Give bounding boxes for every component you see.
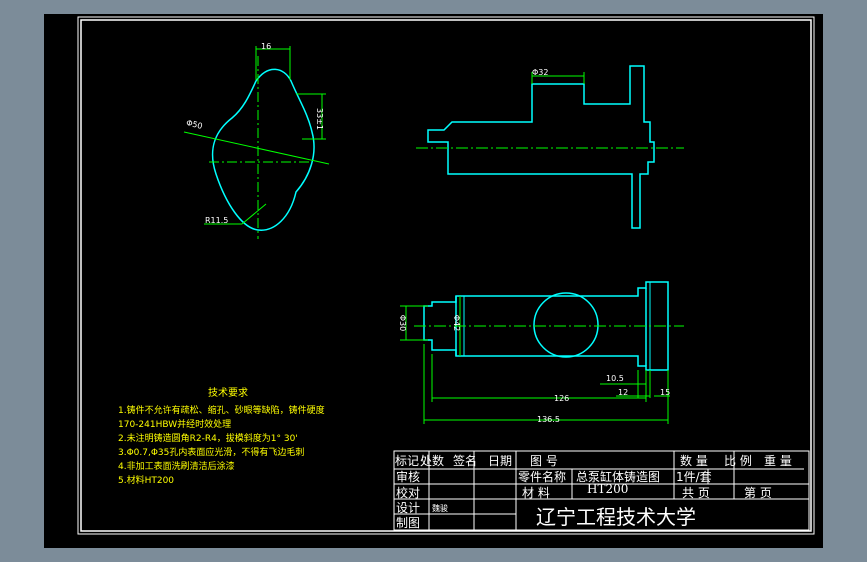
tb-part-name-label: 零件名称 — [518, 470, 567, 484]
tb-rev-header: 日期 — [488, 454, 513, 468]
tb-school-name: 辽宁工程技术大学 — [536, 505, 696, 529]
tb-check-label: 校对 — [396, 486, 421, 500]
dim-length-136: 136.5 — [537, 415, 560, 424]
tech-req-line: 170-241HBW并经时效处理 — [118, 420, 232, 430]
side-view — [183, 46, 330, 239]
front-view — [416, 65, 684, 229]
plan-view — [400, 281, 684, 424]
tb-material-label: 材 料 — [522, 486, 550, 500]
tech-req-title: 技术要求 — [208, 388, 248, 399]
tb-rev-header: 处数 — [420, 454, 445, 468]
tb-weight-label: 重 量 — [764, 454, 792, 468]
tb-draw-label: 制图 — [396, 516, 421, 530]
drawing-sheet: 16 Φ50 33±1 R11.5 Φ32 Φ30 Φ42 126 136.5 … — [44, 14, 823, 548]
bore-circle — [533, 292, 599, 358]
front-outline — [427, 65, 655, 229]
tech-req-line: 2.未注明铸造圆角R2-R4，拔模斜度为1° 30' — [118, 434, 298, 444]
dim-top-width: 16 — [261, 42, 272, 51]
tech-req-line: 4.非加工表面洗刷清洁后涂漆 — [118, 462, 235, 472]
tb-rev-header: 标记 — [395, 454, 420, 468]
dim-15: 15 — [660, 388, 671, 397]
dim-left-dia: Φ30 — [398, 314, 408, 332]
tb-scale-label: 比 例 — [724, 454, 752, 468]
tech-req-line: 5.材料HT200 — [118, 476, 175, 486]
dim-radius: R11.5 — [205, 216, 229, 225]
dim-12: 12 — [618, 388, 629, 397]
tb-review-label: 审核 — [396, 470, 421, 484]
tb-quantity-label: 数 量 — [680, 454, 708, 468]
radius-leader — [241, 203, 267, 225]
tech-req-line: 3.Φ0.7,Φ35孔内表面应光滑，不得有飞边毛刺 — [118, 448, 305, 458]
tb-total-pages: 共 页 — [682, 486, 710, 500]
dim-height: 33±1 — [314, 108, 324, 130]
dim-flange-width: Φ32 — [532, 68, 549, 77]
tech-req-line: 1.铸件不允许有疏松、缩孔、砂眼等缺陷，铸件硬度 — [118, 406, 325, 416]
tb-designer-signature: 魏骏 — [432, 504, 448, 513]
tb-quantity: 1件/套 — [676, 470, 712, 484]
dim-10-5: 10.5 — [606, 374, 624, 383]
diameter-line — [183, 131, 330, 165]
tb-material: HT200 — [587, 482, 629, 496]
tb-rev-header: 签名 — [453, 454, 478, 468]
tb-drawing-no-label: 图 号 — [530, 454, 558, 468]
dim-length-126: 126 — [554, 394, 570, 403]
tb-design-label: 设计 — [396, 501, 421, 515]
tb-page-no: 第 页 — [744, 486, 772, 500]
dim-inner-dia: Φ42 — [452, 314, 462, 332]
